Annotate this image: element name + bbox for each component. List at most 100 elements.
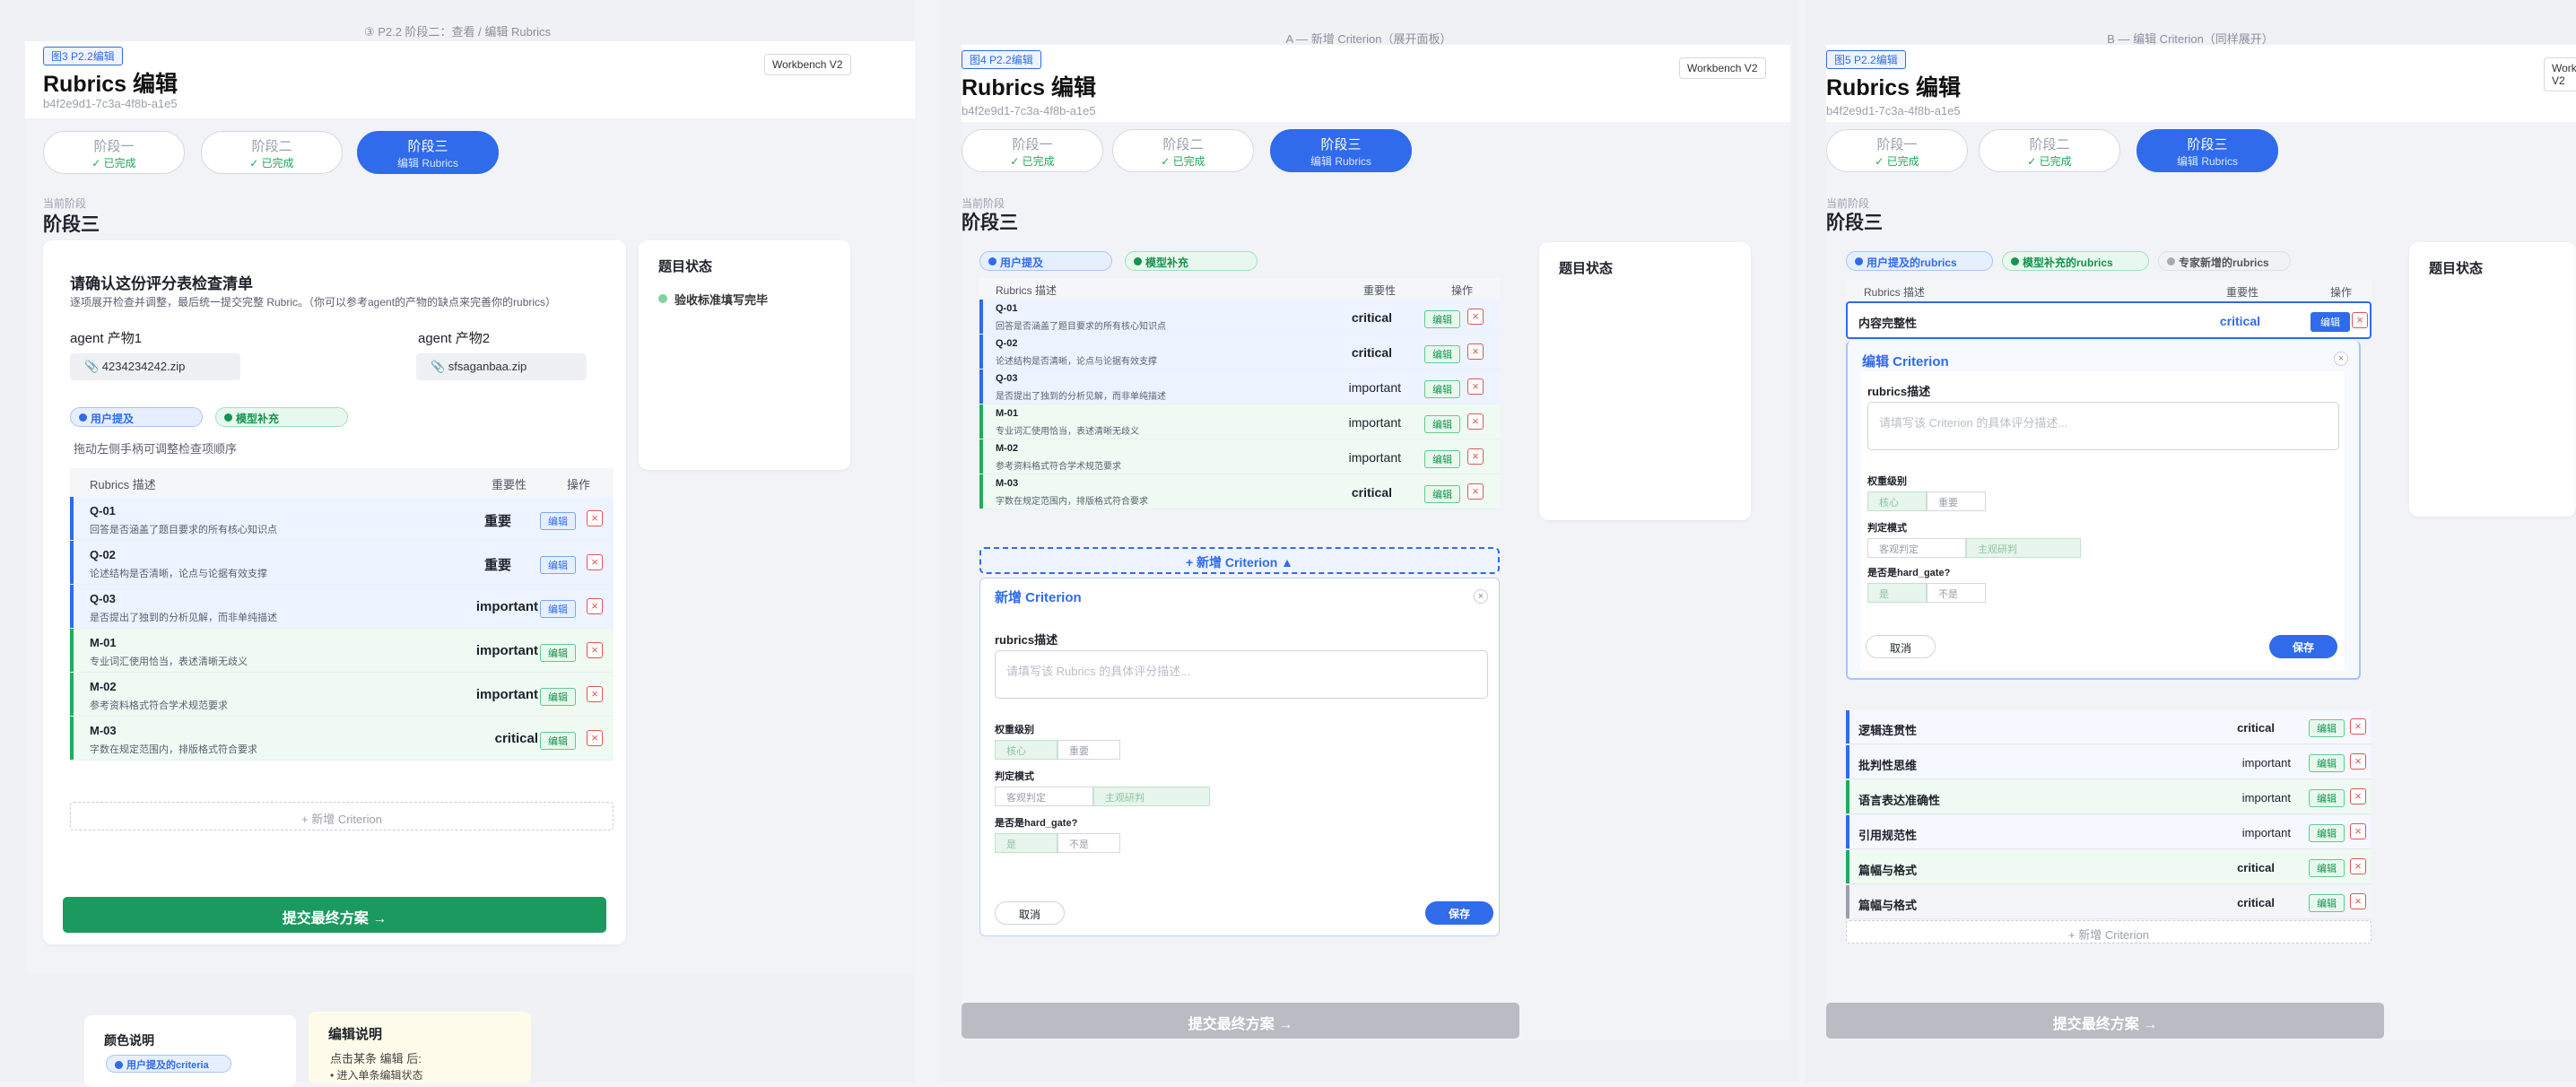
add-criterion-button[interactable]: + 新增 Criterion	[1846, 920, 2371, 944]
cancel-button[interactable]: 取消	[1866, 635, 1936, 658]
table-row[interactable]: Q-01 回答是否涵盖了题目要求的所有核心知识点 重要 编辑 ×	[70, 497, 614, 541]
weight-core[interactable]: 核心	[995, 740, 1057, 760]
table-row[interactable]: M-02 参考资料格式符合学术规范要求 important 编辑 ×	[979, 439, 1500, 474]
stage-1[interactable]: 阶段一 ✓ 已完成	[43, 131, 185, 174]
edit-button[interactable]: 编辑	[1424, 380, 1460, 398]
delete-icon[interactable]: ×	[2350, 893, 2366, 909]
workbench-button[interactable]: Workbench V2	[764, 54, 851, 75]
table-row[interactable]: 语言表达准确性 important 编辑 ×	[1846, 780, 2371, 814]
submit-button[interactable]: 提交最终方案 →	[63, 897, 606, 933]
artifact1-file[interactable]: 📎 4234234242.zip	[70, 353, 240, 380]
delete-icon[interactable]: ×	[1467, 343, 1484, 360]
mode-objective[interactable]: 客观判定	[1867, 538, 1966, 558]
edit-button[interactable]: 编辑	[1424, 310, 1460, 328]
delete-icon[interactable]: ×	[2350, 753, 2366, 770]
table-row[interactable]: Q-01 回答是否涵盖了题目要求的所有核心知识点 critical 编辑 ×	[979, 300, 1500, 335]
table-row[interactable]: Q-03 是否提出了独到的分析见解，而非单纯描述 important 编辑 ×	[979, 370, 1500, 404]
gate-no[interactable]: 不是	[1927, 583, 1986, 603]
stage-3[interactable]: 阶段三 编辑 Rubrics	[357, 131, 499, 174]
delete-icon[interactable]: ×	[1467, 448, 1484, 465]
add-criterion-toggle[interactable]: + 新增 Criterion ▲	[979, 547, 1500, 574]
delete-icon[interactable]: ×	[587, 554, 603, 570]
delete-icon[interactable]: ×	[1467, 309, 1484, 325]
workbench-button[interactable]: Workbench V2	[1679, 57, 1766, 79]
table-row[interactable]: 篇幅与格式 critical 编辑 ×	[1846, 850, 2371, 884]
edit-button[interactable]: 编辑	[2309, 859, 2345, 877]
mode-objective[interactable]: 客观判定	[995, 787, 1093, 806]
desc-textarea[interactable]: 请填写该 Rubrics 的具体评分描述...	[995, 650, 1488, 699]
edit-button[interactable]: 编辑	[540, 512, 576, 530]
submit-button[interactable]: 提交最终方案 →	[962, 1003, 1519, 1039]
gate-yes[interactable]: 是	[995, 833, 1057, 853]
edit-button[interactable]: 编辑	[2309, 754, 2345, 772]
mode-subjective[interactable]: 主观研判	[1093, 787, 1210, 806]
table-row[interactable]: 逻辑连贯性 critical 编辑 ×	[1846, 710, 2371, 744]
table-row[interactable]: M-03 字数在规定范围内，排版格式符合要求 critical 编辑 ×	[979, 474, 1500, 509]
delete-icon[interactable]: ×	[587, 510, 603, 526]
weight-core[interactable]: 核心	[1867, 491, 1927, 511]
close-icon[interactable]: ×	[2334, 352, 2348, 366]
gate-no[interactable]: 不是	[1057, 833, 1120, 853]
stage-1[interactable]: 阶段一 ✓ 已完成	[1826, 129, 1968, 172]
table-row[interactable]: 篇幅与格式 critical 编辑 ×	[1846, 885, 2371, 919]
delete-icon[interactable]: ×	[2350, 823, 2366, 839]
edit-button[interactable]: 编辑	[2311, 312, 2350, 332]
table-row[interactable]: Q-03 是否提出了独到的分析见解，而非单纯描述 important 编辑 ×	[70, 585, 614, 629]
table-row[interactable]: M-03 字数在规定范围内，排版格式符合要求 critical 编辑 ×	[70, 717, 614, 761]
desc-textarea[interactable]: 请填写该 Criterion 的具体评分描述...	[1867, 402, 2339, 450]
delete-icon[interactable]: ×	[587, 642, 603, 658]
delete-icon[interactable]: ×	[587, 598, 603, 614]
artifact2-file[interactable]: 📎 sfsaganbaa.zip	[416, 353, 587, 380]
cancel-button[interactable]: 取消	[995, 901, 1065, 925]
table-row[interactable]: Q-02 论述结构是否清晰，论点与论据有效支撑 critical 编辑 ×	[979, 335, 1500, 370]
table-row[interactable]: M-01 专业词汇使用恰当，表述清晰无歧义 important 编辑 ×	[979, 404, 1500, 439]
delete-icon[interactable]: ×	[587, 686, 603, 702]
edit-button[interactable]: 编辑	[2309, 719, 2345, 737]
stage-3[interactable]: 阶段三 编辑 Rubrics	[2137, 129, 2278, 172]
col-desc: Rubrics 描述	[996, 284, 1057, 297]
edit-button[interactable]: 编辑	[1424, 415, 1460, 433]
submit-button[interactable]: 提交最终方案 →	[1826, 1003, 2384, 1039]
edit-button[interactable]: 编辑	[2309, 894, 2345, 912]
gate-yes[interactable]: 是	[1867, 583, 1927, 603]
delete-icon[interactable]: ×	[587, 730, 603, 746]
delete-icon[interactable]: ×	[1467, 413, 1484, 430]
delete-icon[interactable]: ×	[2350, 858, 2366, 874]
edit-button[interactable]: 编辑	[540, 600, 576, 618]
table-row[interactable]: 引用规范性 important 编辑 ×	[1846, 815, 2371, 849]
delete-icon[interactable]: ×	[2352, 312, 2368, 328]
delete-icon[interactable]: ×	[2350, 718, 2366, 735]
save-button[interactable]: 保存	[2269, 635, 2337, 658]
delete-icon[interactable]: ×	[1467, 483, 1484, 500]
weight-label: 权重级别	[1867, 476, 1907, 487]
edit-button[interactable]: 编辑	[540, 732, 576, 750]
stage-2[interactable]: 阶段二 ✓ 已完成	[201, 131, 343, 174]
edit-button[interactable]: 编辑	[2309, 824, 2345, 842]
stage-3[interactable]: 阶段三 编辑 Rubrics	[1270, 129, 1412, 172]
weight-important[interactable]: 重要	[1927, 491, 1986, 511]
table-row[interactable]: M-01 专业词汇使用恰当，表述清晰无歧义 important 编辑 ×	[70, 629, 614, 673]
edit-button[interactable]: 编辑	[540, 556, 576, 574]
row-id: M-03	[996, 478, 1019, 489]
delete-icon[interactable]: ×	[2350, 788, 2366, 804]
table-row[interactable]: M-02 参考资料格式符合学术规范要求 important 编辑 ×	[70, 673, 614, 717]
edit-button[interactable]: 编辑	[2309, 789, 2345, 807]
save-button[interactable]: 保存	[1425, 901, 1493, 925]
edit-button[interactable]: 编辑	[540, 644, 576, 662]
close-icon[interactable]: ×	[1474, 589, 1488, 604]
workbench-button[interactable]: Workbench V2	[2544, 57, 2576, 91]
edit-button[interactable]: 编辑	[1424, 345, 1460, 363]
edit-button[interactable]: 编辑	[540, 688, 576, 706]
table-row[interactable]: Q-02 论述结构是否清晰，论点与论据有效支撑 重要 编辑 ×	[70, 541, 614, 585]
table-row[interactable]: 批判性思维 important 编辑 ×	[1846, 745, 2371, 779]
delete-icon[interactable]: ×	[1467, 378, 1484, 395]
stage-2[interactable]: 阶段二 ✓ 已完成	[1979, 129, 2120, 172]
edit-button[interactable]: 编辑	[1424, 485, 1460, 503]
edit-button[interactable]: 编辑	[1424, 450, 1460, 468]
stage-2[interactable]: 阶段二 ✓ 已完成	[1112, 129, 1254, 172]
editing-row[interactable]: 内容完整性 critical 编辑 ×	[1846, 301, 2371, 339]
add-criterion-button[interactable]: + 新增 Criterion	[70, 802, 614, 830]
stage-1[interactable]: 阶段一 ✓ 已完成	[962, 129, 1103, 172]
mode-subjective[interactable]: 主观研判	[1966, 538, 2081, 558]
weight-important[interactable]: 重要	[1057, 740, 1120, 760]
